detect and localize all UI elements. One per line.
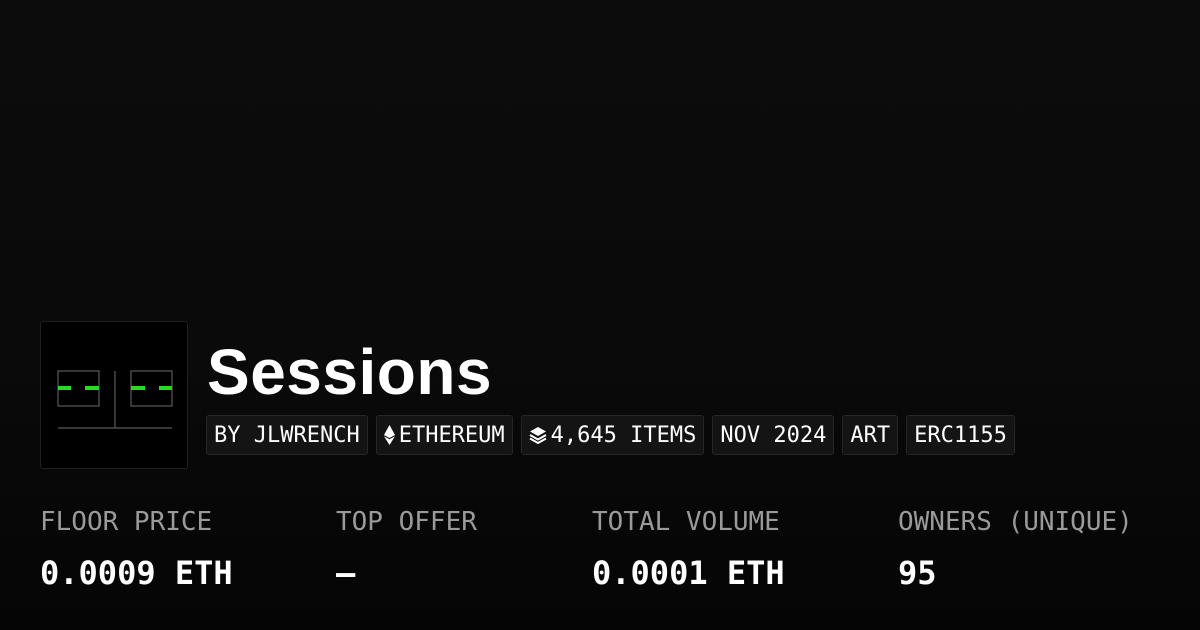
category-tag[interactable]: ART (842, 415, 899, 455)
creator-label: BY JLWRENCH (214, 422, 360, 448)
creator-tag[interactable]: BY JLWRENCH (206, 415, 368, 455)
standard-tag: ERC1155 (906, 415, 1015, 455)
stat-label: TOTAL VOLUME (592, 507, 780, 537)
collection-tags: BY JLWRENCH ETHEREUM 4,645 ITEMS NOV 202… (206, 415, 1015, 455)
chain-tag[interactable]: ETHEREUM (375, 415, 513, 455)
stat-top-offer: TOP OFFER — (336, 505, 477, 592)
stat-label: OWNERS (UNIQUE) (898, 507, 1133, 537)
standard-label: ERC1155 (914, 422, 1007, 448)
stat-total-volume: TOTAL VOLUME 0.0001 ETH (592, 505, 785, 592)
collection-title: Sessions (207, 336, 493, 408)
stat-value: 0.0009 ETH (40, 554, 233, 592)
stat-label: TOP OFFER (336, 507, 477, 537)
date-tag: NOV 2024 (712, 415, 835, 455)
chain-label: ETHEREUM (398, 422, 505, 448)
items-tag[interactable]: 4,645 ITEMS (520, 415, 705, 455)
stat-value: — (336, 554, 356, 592)
stat-label: FLOOR PRICE (40, 507, 213, 537)
collection-thumbnail (40, 321, 188, 469)
layers-icon (529, 426, 547, 444)
category-label: ART (850, 422, 891, 448)
stat-value: 0.0001 ETH (592, 554, 785, 592)
date-label: NOV 2024 (720, 422, 827, 448)
stat-floor-price: FLOOR PRICE 0.0009 ETH (40, 505, 233, 592)
items-label: 4,645 ITEMS (550, 422, 697, 448)
ethereum-icon (383, 425, 395, 445)
stat-owners: OWNERS (UNIQUE) 95 (898, 505, 1133, 592)
stat-value: 95 (898, 554, 937, 592)
sessions-artwork-icon (57, 370, 173, 429)
